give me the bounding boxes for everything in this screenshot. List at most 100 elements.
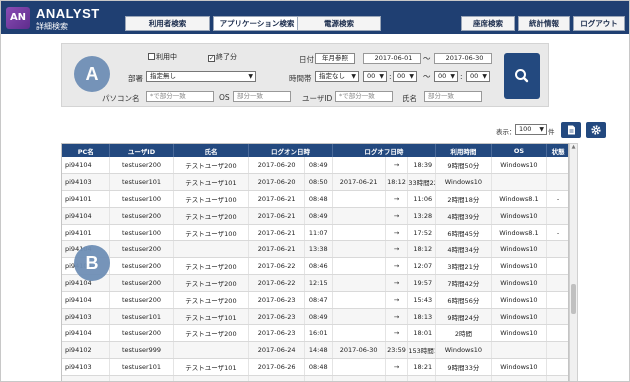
checkbox-box-checked[interactable]: ✓ — [208, 55, 215, 62]
cell-logon-date: 2017-06-22 — [248, 274, 305, 292]
cell-usage-time: 4時間39分 — [435, 207, 492, 225]
cell-full-name: テストユーザ101 — [173, 358, 250, 376]
date-mode-button[interactable]: 年月参照 — [315, 53, 355, 64]
table-row[interactable]: pi94103 testuser101 テストユーザ101 2017-06-20 08:… — [62, 173, 568, 192]
time-to-minute-select[interactable]: 00 ▼ — [466, 71, 490, 82]
nav-logout[interactable]: ログアウト — [573, 16, 625, 31]
table-scrollbar[interactable]: ▲ — [569, 143, 578, 381]
table-row[interactable]: pi94104testuser200テストユーザ2002017-06-2208:… — [62, 257, 568, 276]
table-row[interactable]: pi94103 testuser101 テストユーザ101 2017-06-26 08:… — [62, 358, 568, 376]
chevron-down-icon: ▼ — [450, 73, 455, 80]
cell-logoff-arrow: 23:59 — [385, 341, 409, 360]
table-row[interactable]: pi94104 testuser200 テストユーザ200 2017-06-20 08:… — [62, 157, 568, 175]
cell-status — [546, 257, 568, 276]
cell-full-name: テストユーザ200 — [173, 274, 250, 292]
cell-logon-date: 2017-06-21 — [248, 190, 305, 208]
table-row[interactable]: pi94101 testuser100 テストユーザ100 2017-06-21 08:… — [62, 190, 568, 208]
table-row[interactable]: pi94104 testuser200 テストユーザ200 2017-06-21 08:… — [62, 207, 568, 225]
time-to-hour-select[interactable]: 00 ▼ — [434, 71, 458, 82]
nav-app-search[interactable]: アプリケーション検索 — [213, 16, 301, 31]
cell-logon-time: 12:15 — [304, 274, 333, 292]
cell-logoff-arrow: → — [385, 324, 409, 343]
display-count-select[interactable]: 100 ▼ — [515, 124, 547, 135]
time-mode-value: 指定なし — [319, 72, 345, 80]
pc-label: パソコン名 — [102, 94, 140, 103]
cell-os: Windows10 — [491, 358, 548, 376]
cell-pc-name: pi94102 — [62, 341, 111, 360]
col-header-user-id[interactable]: ユーザID — [109, 144, 174, 157]
table-row[interactable]: pi94101 testuser100 テストユーザ100 2017-06-21 11:… — [62, 224, 568, 242]
time-from-hour-select[interactable]: 00 ▼ — [363, 71, 387, 82]
col-header-status[interactable]: 状態 — [546, 144, 568, 157]
col-header-logoff[interactable]: ログオフ日時 — [332, 144, 437, 157]
cell-full-name — [173, 240, 250, 259]
dept-select[interactable]: 指定無し ▼ — [146, 71, 256, 82]
cell-os: Windows10 — [491, 375, 548, 381]
cell-status — [546, 308, 568, 326]
cell-logoff-time: 17:52 — [407, 224, 437, 242]
col-header-usage[interactable]: 利用時間 — [435, 144, 492, 157]
table-row[interactable]: pi94104 testuser200 テストユーザ200 2017-06-23 08:… — [62, 291, 568, 309]
time-mode-select[interactable]: 指定なし ▼ — [315, 71, 359, 82]
chevron-down-icon: ▼ — [248, 73, 253, 80]
nav-statistics[interactable]: 統計情報 — [518, 16, 570, 31]
table-row[interactable]: pi94103 testuser101 テストユーザ101 2017-06-23 08:… — [62, 308, 568, 326]
time-colon: : — [389, 72, 392, 81]
cell-full-name: テストユーザ100 — [173, 190, 250, 208]
col-header-os[interactable]: OS — [491, 144, 548, 157]
cell-logoff-arrow: → — [385, 308, 409, 326]
cell-logon-time: 08:49 — [304, 207, 333, 225]
cell-logoff-date — [332, 257, 386, 276]
cell-status — [546, 274, 568, 292]
scroll-up-arrow-icon[interactable]: ▲ — [570, 144, 577, 152]
time-label: 時間帯 — [289, 74, 312, 83]
cell-user-id: testuser200 — [109, 274, 174, 292]
scroll-thumb[interactable] — [571, 284, 576, 314]
cell-logoff-date — [332, 375, 386, 381]
cell-logoff-time: 153時間11分 — [407, 341, 437, 360]
cell-user-id: testuser200 — [109, 240, 174, 259]
search-button[interactable] — [504, 53, 540, 99]
nav-power-search[interactable]: 電源検索 — [297, 16, 381, 31]
cell-user-id: testuser101 — [109, 173, 174, 192]
export-button[interactable] — [561, 122, 581, 138]
checkbox-box[interactable] — [148, 53, 155, 60]
cell-user-id: testuser100 — [109, 190, 174, 208]
table-row[interactable]: pi94104 testuser200 テストユーザ200 2017-06-22 12:… — [62, 274, 568, 292]
time-from-minute-select[interactable]: 00 ▼ — [393, 71, 417, 82]
col-header-name[interactable]: 氏名 — [173, 144, 250, 157]
time-colon: : — [460, 72, 463, 81]
cell-logon-time: 08:49 — [304, 157, 333, 175]
name-input[interactable]: 部分一致 — [424, 91, 482, 102]
date-label: 日付 — [299, 55, 314, 64]
table-row[interactable]: pi94104testuser200テストユーザ2002017-06-2608:… — [62, 375, 568, 381]
cell-logoff-time: 18:12 — [407, 240, 437, 259]
nav-user-search[interactable]: 利用者検索 — [125, 16, 210, 31]
nav-seat-search[interactable]: 座席検索 — [461, 16, 515, 31]
cell-status: - — [546, 190, 568, 208]
cell-logon-date: 2017-06-22 — [248, 257, 305, 276]
cell-usage-time: 9時間24分 — [435, 308, 492, 326]
cell-status — [546, 324, 568, 343]
user-id-input[interactable]: *で部分一致 — [335, 91, 393, 102]
table-row[interactable]: pi94104 testuser200 テストユーザ200 2017-06-23 16:… — [62, 324, 568, 343]
date-to-field[interactable]: 2017-06-30 — [434, 53, 492, 64]
cell-user-id: testuser101 — [109, 308, 174, 326]
os-input[interactable]: 部分一致 — [233, 91, 291, 102]
cell-usage-time: 2時間 — [435, 324, 492, 343]
col-header-logon[interactable]: ログオン日時 — [248, 144, 333, 157]
settings-button[interactable] — [586, 122, 606, 138]
cell-full-name: テストユーザ200 — [173, 257, 250, 276]
cell-user-id: testuser200 — [109, 324, 174, 343]
checkbox-in-use[interactable]: 利用中 — [148, 52, 177, 62]
cell-logon-time: 14:48 — [304, 341, 333, 360]
table-row[interactable]: pi94102 testuser999 2017-06-24 14:48 2017-06… — [62, 341, 568, 360]
date-from-field[interactable]: 2017-06-01 — [363, 53, 421, 64]
table-row[interactable]: pi94104testuser2002017-06-2113:38→18:124… — [62, 240, 568, 259]
col-header-pc[interactable]: PC名 — [62, 144, 111, 157]
checkbox-finished[interactable]: ✓ 終了分 — [208, 52, 237, 62]
gear-icon — [591, 125, 601, 135]
cell-os: Windows8.1 — [491, 224, 548, 242]
pc-name-input[interactable]: *で部分一致 — [146, 91, 214, 102]
cell-full-name: テストユーザ200 — [173, 291, 250, 309]
